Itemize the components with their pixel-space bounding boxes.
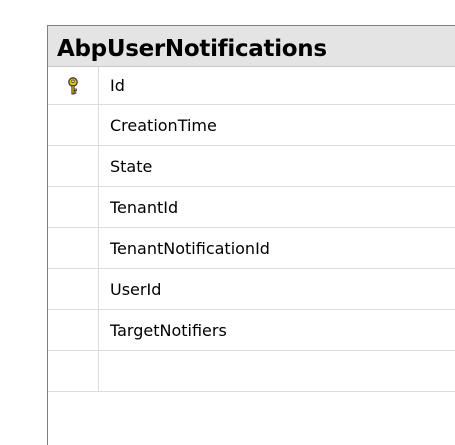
row-selector[interactable] [48, 269, 99, 309]
column-name: TargetNotifiers [110, 320, 227, 340]
row-selector[interactable] [48, 228, 99, 268]
column-row-targetnotifiers[interactable]: TargetNotifiers [48, 310, 455, 351]
column-name: TenantNotificationId [110, 238, 270, 258]
row-selector[interactable] [48, 351, 99, 391]
column-row-state[interactable]: State [48, 146, 455, 187]
column-name: TenantId [110, 197, 179, 217]
row-selector[interactable] [48, 105, 99, 145]
column-row-creationtime[interactable]: CreationTime [48, 105, 455, 146]
row-selector[interactable] [48, 146, 99, 186]
new-column-row[interactable] [48, 351, 455, 392]
table-box[interactable]: AbpUserNotifications Id CreationTime Sta… [47, 25, 455, 445]
column-row-userid[interactable]: UserId [48, 269, 455, 310]
column-list: Id CreationTime State TenantId TenantNot… [48, 67, 455, 392]
primary-key-icon [68, 76, 78, 94]
column-row-id[interactable]: Id [48, 67, 455, 105]
table-title-bar[interactable]: AbpUserNotifications [48, 26, 455, 67]
column-name: Id [110, 76, 125, 95]
column-name: UserId [110, 279, 162, 299]
column-row-tenantid[interactable]: TenantId [48, 187, 455, 228]
row-selector[interactable] [48, 310, 99, 350]
column-row-tenantnotificationid[interactable]: TenantNotificationId [48, 228, 455, 269]
column-name: CreationTime [110, 115, 217, 135]
row-selector[interactable] [48, 187, 99, 227]
column-name: State [110, 156, 153, 176]
row-selector[interactable] [48, 67, 99, 104]
table-title: AbpUserNotifications [57, 36, 327, 62]
